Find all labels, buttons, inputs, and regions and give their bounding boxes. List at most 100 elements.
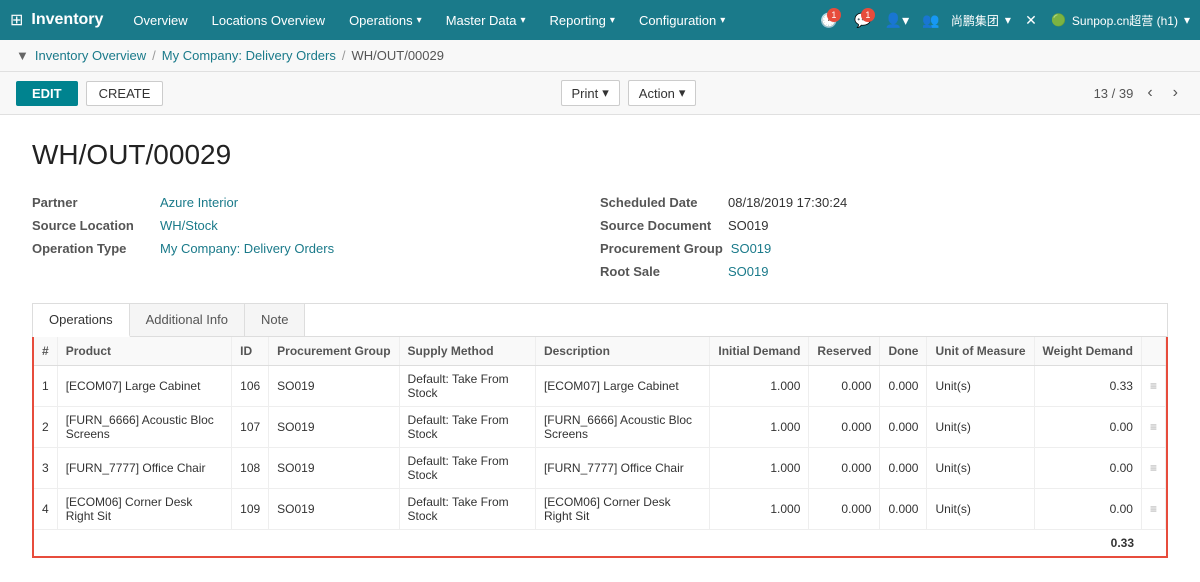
col-reserved: Reserved	[809, 337, 880, 366]
operation-type-label: Operation Type	[32, 241, 152, 256]
pagination-prev-button[interactable]: ‹	[1141, 82, 1158, 104]
col-unit-of-measure: Unit of Measure	[927, 337, 1034, 366]
pagination-text: 13 / 39	[1094, 86, 1134, 101]
cell-weight-demand: 0.00	[1034, 489, 1141, 530]
cell-procurement-group: SO019	[269, 366, 399, 407]
total-row: 0.33	[34, 529, 1166, 556]
cell-row-menu[interactable]: ≡	[1141, 366, 1165, 407]
cell-row-menu[interactable]: ≡	[1141, 489, 1165, 530]
cell-procurement-group: SO019	[269, 407, 399, 448]
procurement-group-value[interactable]: SO019	[731, 241, 771, 256]
cell-num: 4	[34, 489, 57, 530]
chat-icon[interactable]: 💬 1	[849, 6, 877, 34]
contacts-icon[interactable]: 👥	[917, 6, 945, 34]
cell-row-menu[interactable]: ≡	[1141, 448, 1165, 489]
source-location-value[interactable]: WH/Stock	[160, 218, 218, 233]
cell-num: 2	[34, 407, 57, 448]
breadcrumb-inventory-overview[interactable]: Inventory Overview	[35, 48, 146, 63]
brand-label: Inventory	[31, 11, 103, 29]
pagination-next-button[interactable]: ›	[1167, 82, 1184, 104]
user-icon[interactable]: 👤▾	[883, 6, 911, 34]
navbar: ⊞ Inventory Overview Locations Overview …	[0, 0, 1200, 40]
scheduled-date-field: Scheduled Date 08/18/2019 17:30:24	[600, 195, 1168, 210]
cell-weight-demand: 0.00	[1034, 407, 1141, 448]
cell-done: 0.000	[880, 366, 927, 407]
tab-additional-info[interactable]: Additional Info	[130, 304, 245, 336]
col-actions	[1141, 337, 1165, 366]
table-row[interactable]: 3 [FURN_7777] Office Chair 108 SO019 Def…	[34, 448, 1166, 489]
grid-icon[interactable]: ⊞	[10, 10, 23, 30]
nav-master-data[interactable]: Master Data ▾	[436, 0, 536, 40]
company-selector[interactable]: 尚鹏集团 ▾	[951, 12, 1011, 29]
chat-badge: 1	[861, 8, 875, 22]
chevron-down-icon: ▾	[679, 85, 686, 101]
cell-id: 107	[232, 407, 269, 448]
col-initial-demand: Initial Demand	[710, 337, 809, 366]
clock-badge: 1	[827, 8, 841, 22]
procurement-group-field: Procurement Group SO019	[600, 241, 1168, 256]
navbar-right: 🕐 1 💬 1 👤▾ 👥 尚鹏集团 ▾ ✕ 🟢 Sunpop.cn超营 (h1)…	[815, 6, 1190, 34]
print-button[interactable]: Print ▾	[561, 80, 620, 106]
source-location-field: Source Location WH/Stock	[32, 218, 600, 233]
cell-row-menu[interactable]: ≡	[1141, 407, 1165, 448]
col-id: ID	[232, 337, 269, 366]
table-row[interactable]: 1 [ECOM07] Large Cabinet 106 SO019 Defau…	[34, 366, 1166, 407]
cell-initial-demand: 1.000	[710, 366, 809, 407]
user-site-label: Sunpop.cn超营 (h1)	[1072, 12, 1178, 29]
action-button[interactable]: Action ▾	[628, 80, 697, 106]
source-document-label: Source Document	[600, 218, 720, 233]
col-done: Done	[880, 337, 927, 366]
col-num: #	[34, 337, 57, 366]
breadcrumb-current: WH/OUT/00029	[352, 48, 444, 63]
fields-section: Partner Azure Interior Source Location W…	[32, 195, 1168, 279]
cell-id: 109	[232, 489, 269, 530]
nav-configuration[interactable]: Configuration ▾	[629, 0, 735, 40]
root-sale-label: Root Sale	[600, 264, 720, 279]
col-product: Product	[57, 337, 231, 366]
cell-unit-of-measure: Unit(s)	[927, 407, 1034, 448]
cell-description: [FURN_7777] Office Chair	[535, 448, 709, 489]
operation-type-value[interactable]: My Company: Delivery Orders	[160, 241, 334, 256]
cell-weight-demand: 0.33	[1034, 366, 1141, 407]
chevron-down-icon: ▾	[720, 15, 725, 26]
cell-initial-demand: 1.000	[710, 489, 809, 530]
chevron-down-icon: ▾	[602, 85, 609, 101]
chevron-down-icon: ▾	[417, 15, 422, 26]
edit-button[interactable]: EDIT	[16, 81, 78, 106]
action-bar: EDIT CREATE Print ▾ Action ▾ 13 / 39 ‹ ›	[0, 72, 1200, 115]
root-sale-value[interactable]: SO019	[728, 264, 768, 279]
source-location-label: Source Location	[32, 218, 152, 233]
breadcrumb-delivery-orders[interactable]: My Company: Delivery Orders	[162, 48, 336, 63]
cell-unit-of-measure: Unit(s)	[927, 366, 1034, 407]
tab-operations[interactable]: Operations	[33, 304, 130, 337]
cell-procurement-group: SO019	[269, 448, 399, 489]
tabs-header: Operations Additional Info Note	[33, 304, 1167, 337]
cell-unit-of-measure: Unit(s)	[927, 489, 1034, 530]
document-title: WH/OUT/00029	[32, 139, 1168, 171]
nav-overview[interactable]: Overview	[123, 0, 197, 40]
cell-product: [ECOM07] Large Cabinet	[57, 366, 231, 407]
cell-initial-demand: 1.000	[710, 448, 809, 489]
tab-note[interactable]: Note	[245, 304, 305, 336]
nav-reporting[interactable]: Reporting ▾	[540, 0, 625, 40]
table-row[interactable]: 4 [ECOM06] Corner Desk Right Sit 109 SO0…	[34, 489, 1166, 530]
scheduled-date-label: Scheduled Date	[600, 195, 720, 210]
scheduled-date-value: 08/18/2019 17:30:24	[728, 195, 847, 210]
user-site[interactable]: 🟢 Sunpop.cn超营 (h1) ▾	[1051, 12, 1190, 29]
clock-icon[interactable]: 🕐 1	[815, 6, 843, 34]
table-row[interactable]: 2 [FURN_6666] Acoustic Bloc Screens 107 …	[34, 407, 1166, 448]
nav-locations-overview[interactable]: Locations Overview	[202, 0, 335, 40]
chevron-down-icon: ▾	[1005, 13, 1011, 27]
create-button[interactable]: CREATE	[86, 81, 164, 106]
partner-value[interactable]: Azure Interior	[160, 195, 238, 210]
cell-supply-method: Default: Take From Stock	[399, 366, 535, 407]
cell-reserved: 0.000	[809, 366, 880, 407]
partner-label: Partner	[32, 195, 152, 210]
breadcrumb-expand-icon[interactable]: ▼	[16, 48, 29, 63]
col-procurement-group: Procurement Group	[269, 337, 399, 366]
cell-description: [ECOM06] Corner Desk Right Sit	[535, 489, 709, 530]
close-icon[interactable]: ✕	[1017, 6, 1045, 34]
nav-operations[interactable]: Operations ▾	[339, 0, 432, 40]
cell-reserved: 0.000	[809, 407, 880, 448]
cell-num: 3	[34, 448, 57, 489]
